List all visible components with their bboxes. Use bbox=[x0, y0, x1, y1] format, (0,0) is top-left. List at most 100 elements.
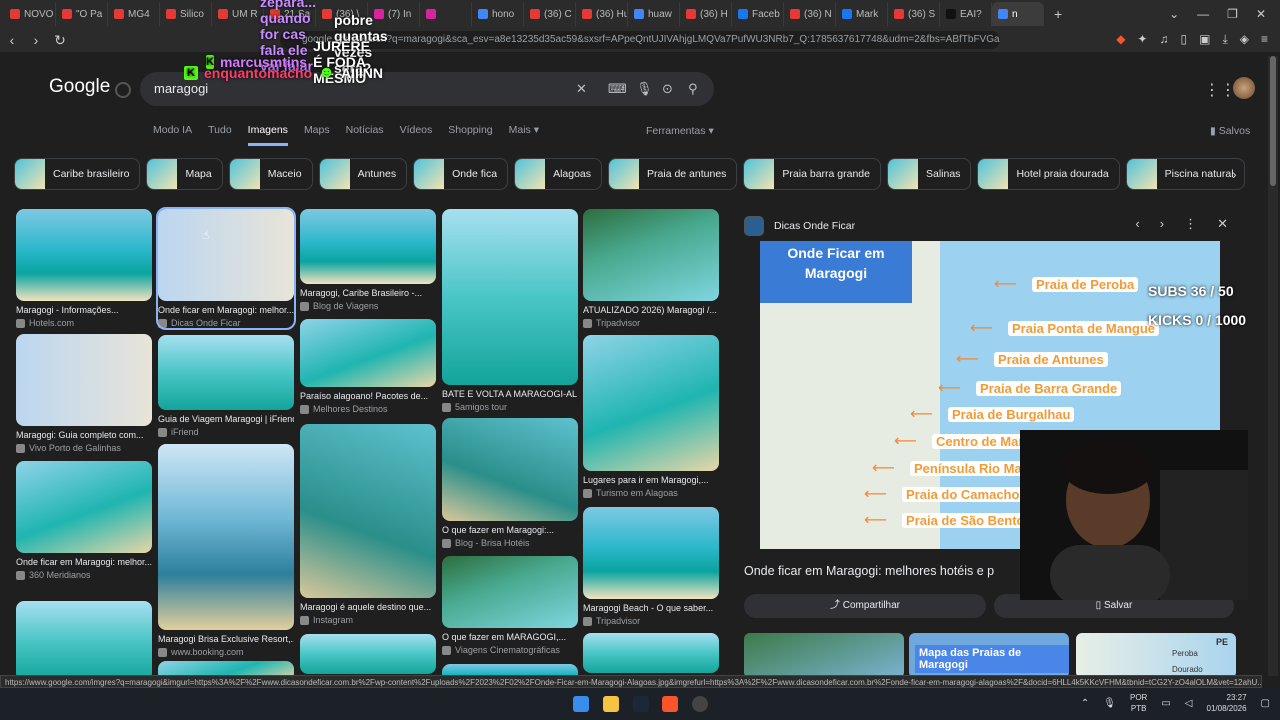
image-result[interactable]: O que fazer em Maragogi:... Blog - Brisa … bbox=[442, 418, 578, 548]
result-thumbnail[interactable] bbox=[442, 209, 578, 385]
browser-tab[interactable]: Silico bbox=[160, 2, 212, 26]
tab-noticias[interactable]: Notícias bbox=[346, 124, 384, 146]
result-thumbnail[interactable] bbox=[158, 335, 294, 410]
related-chip[interactable]: Caribe brasileiro bbox=[14, 158, 141, 190]
image-result[interactable]: Maragogi Beach - O que saber... Tripadvis… bbox=[583, 507, 719, 626]
microphone-icon[interactable]: 🎙 bbox=[636, 81, 653, 97]
related-chip[interactable]: Maceio bbox=[228, 158, 313, 190]
chevron-up-icon[interactable]: ⌃ bbox=[1081, 698, 1089, 709]
browser-tab[interactable]: UM R bbox=[212, 2, 264, 26]
result-title[interactable]: Paraíso alagoano! Pacotes de... bbox=[300, 391, 436, 401]
result-source[interactable]: www.booking.com bbox=[158, 647, 294, 657]
result-source[interactable]: Viagens Cinematográficas bbox=[442, 645, 578, 655]
result-source[interactable]: Tripadvisor bbox=[583, 318, 719, 328]
tab-imagens[interactable]: Imagens bbox=[247, 124, 288, 146]
keyboard-icon[interactable]: ⌨ bbox=[608, 81, 627, 97]
result-thumbnail[interactable] bbox=[158, 444, 294, 630]
result-thumbnail[interactable] bbox=[583, 633, 719, 673]
result-thumbnail[interactable] bbox=[300, 424, 436, 598]
puzzle-icon[interactable]: ✦ bbox=[1137, 32, 1147, 47]
result-source[interactable]: Instagram bbox=[300, 615, 436, 625]
related-chip[interactable]: Onde fica bbox=[413, 158, 509, 190]
sidebar-icon[interactable]: ▯ bbox=[1180, 32, 1187, 47]
new-tab-icon[interactable]: + bbox=[1054, 6, 1062, 22]
result-thumbnail[interactable] bbox=[16, 461, 152, 553]
vpn-icon[interactable]: ◈ bbox=[1240, 32, 1249, 47]
image-result[interactable]: Maragogi - Informações... Hotels.com bbox=[16, 209, 152, 328]
result-title[interactable]: Onde ficar em Maragogi: melhor... bbox=[158, 305, 294, 315]
browser-tab[interactable]: (36) C bbox=[524, 2, 576, 26]
browser-tab[interactable]: (36) Hu bbox=[576, 2, 628, 26]
avatar[interactable] bbox=[1233, 77, 1255, 99]
result-source[interactable]: Hotels.com bbox=[16, 318, 152, 328]
music-icon[interactable]: ♫ bbox=[1159, 32, 1168, 47]
result-thumbnail[interactable] bbox=[583, 507, 719, 599]
image-result[interactable]: Maragogi Brisa Exclusive Resort,... www.b… bbox=[158, 444, 294, 657]
windows-start-icon[interactable] bbox=[573, 696, 589, 712]
result-title[interactable]: Guia de Viagem Maragogi | iFriend bbox=[158, 414, 294, 424]
panel-source[interactable]: Dicas Onde Ficar bbox=[744, 216, 855, 236]
result-thumbnail[interactable] bbox=[300, 209, 436, 284]
result-thumbnail[interactable] bbox=[158, 209, 294, 301]
url-field[interactable]: google.com/search?q=maragogi&sca_esv=a8e… bbox=[280, 31, 1000, 49]
result-source[interactable]: Melhores Destinos bbox=[300, 404, 436, 414]
browser-tab[interactable]: Mark bbox=[836, 2, 888, 26]
related-image[interactable]: Mapa das Praias de Maragogi bbox=[909, 633, 1069, 678]
scrollbar-thumb[interactable] bbox=[1270, 56, 1276, 186]
share-button[interactable]: ⤴ Compartilhar bbox=[744, 594, 986, 618]
result-thumbnail[interactable] bbox=[583, 209, 719, 301]
image-result[interactable]: ATUALIZADO 2026) Maragogi /... Tripadviso… bbox=[583, 209, 719, 328]
related-image[interactable]: PE Peroba Dourado bbox=[1076, 633, 1236, 678]
browser-tab[interactable]: "O Pa bbox=[56, 2, 108, 26]
browser-tab[interactable] bbox=[420, 2, 472, 26]
reload-icon[interactable]: ↻ bbox=[48, 32, 72, 49]
related-chip[interactable]: Salinas bbox=[886, 158, 972, 190]
image-result[interactable]: Paraíso alagoano! Pacotes de... Melhores … bbox=[300, 319, 436, 414]
page-scrollbar[interactable] bbox=[1268, 56, 1278, 676]
result-title[interactable]: O que fazer em MARAGOGI,... bbox=[442, 632, 578, 642]
tab-list-icon[interactable]: ⌄ bbox=[1169, 7, 1179, 21]
result-title[interactable]: Maragogi - Informações... bbox=[16, 305, 152, 315]
browser-tab[interactable]: hono bbox=[472, 2, 524, 26]
close-icon[interactable]: ✕ bbox=[1217, 216, 1228, 232]
tab-videos[interactable]: Vídeos bbox=[400, 124, 433, 146]
search-icon[interactable]: ⚲ bbox=[688, 81, 698, 97]
browser-tab[interactable]: MG4 bbox=[108, 2, 160, 26]
language-indicator[interactable]: POR PTB bbox=[1130, 692, 1147, 714]
download-icon[interactable]: ⤓ bbox=[1222, 32, 1227, 47]
related-chip[interactable]: Praia de antunes bbox=[608, 158, 738, 190]
network-icon[interactable]: ▭ bbox=[1161, 698, 1170, 709]
image-result[interactable]: BATE E VOLTA A MARAGOGI-AL ... 5amigos to… bbox=[442, 209, 578, 412]
result-thumbnail[interactable] bbox=[300, 634, 436, 674]
browser-tab[interactable]: n bbox=[992, 2, 1044, 26]
result-thumbnail[interactable] bbox=[16, 209, 152, 301]
browser-tab[interactable]: EAI? bbox=[940, 2, 992, 26]
result-source[interactable]: Turismo em Alagoas bbox=[583, 488, 719, 498]
menu-icon[interactable]: ≡ bbox=[1261, 32, 1268, 47]
result-source[interactable]: Blog - Brisa Hotéis bbox=[442, 538, 578, 548]
brave-shield-icon[interactable]: ◆ bbox=[1116, 32, 1125, 47]
tab-mais[interactable]: Mais ▾ bbox=[509, 124, 539, 146]
minimize-icon[interactable]: — bbox=[1197, 7, 1209, 21]
result-title[interactable]: Maragogi Brisa Exclusive Resort,... bbox=[158, 634, 294, 644]
wallet-icon[interactable]: ▣ bbox=[1199, 32, 1210, 47]
related-chip[interactable]: Alagoas bbox=[514, 158, 603, 190]
result-source[interactable]: 360 Meridianos bbox=[16, 570, 152, 580]
tab-modo-ia[interactable]: Modo IA bbox=[153, 124, 192, 146]
result-thumbnail[interactable] bbox=[583, 335, 719, 471]
image-result[interactable]: Lugares para ir em Maragogi,... Turismo e… bbox=[583, 335, 719, 498]
image-result[interactable]: Onde ficar em Maragogi: melhor... 360 Mer… bbox=[16, 461, 152, 580]
result-title[interactable]: Lugares para ir em Maragogi,... bbox=[583, 475, 719, 485]
related-chip[interactable]: Piscina natural bbox=[1125, 158, 1245, 190]
result-title[interactable]: Maragogi Beach - O que saber... bbox=[583, 603, 719, 613]
result-source[interactable]: Dicas Onde Ficar bbox=[158, 318, 294, 328]
brave-browser-icon[interactable] bbox=[662, 696, 678, 712]
file-explorer-icon[interactable] bbox=[603, 696, 619, 712]
image-result[interactable] bbox=[16, 601, 152, 681]
clock[interactable]: 23:27 01/08/2026 bbox=[1207, 692, 1247, 714]
search-input[interactable]: maragogi bbox=[154, 81, 208, 96]
result-thumbnail[interactable] bbox=[442, 556, 578, 628]
result-source[interactable]: 5amigos tour bbox=[442, 402, 578, 412]
result-thumbnail[interactable] bbox=[442, 418, 578, 521]
image-result[interactable] bbox=[300, 634, 436, 674]
